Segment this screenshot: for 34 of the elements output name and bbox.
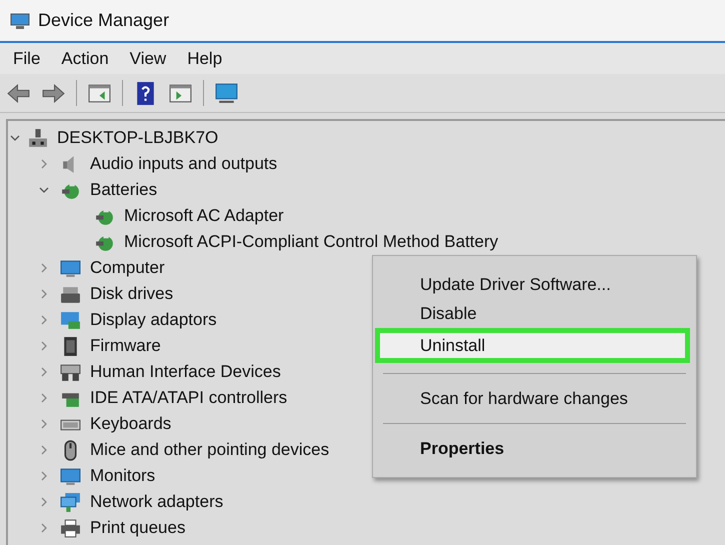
tree-item[interactable]: Firmware — [90, 336, 161, 356]
menu-item[interactable]: Help — [187, 48, 222, 68]
window-title: Device Manager — [38, 10, 170, 31]
menu-item[interactable]: Uninstall — [375, 328, 690, 363]
tree-item[interactable]: Microsoft AC Adapter — [124, 206, 284, 226]
menu-item[interactable]: Disable — [375, 299, 690, 328]
menu-item[interactable]: Update Driver Software... — [375, 270, 690, 299]
tree-item[interactable]: Audio inputs and outputs — [90, 154, 278, 174]
tree-item[interactable]: Print queues — [90, 518, 186, 538]
tree-item[interactable]: Monitors — [90, 466, 156, 486]
tree-item[interactable]: Computer — [90, 258, 165, 278]
menu-item[interactable]: Properties — [375, 434, 690, 463]
tree-item[interactable]: Human Interface Devices — [90, 362, 281, 382]
computer-icon — [27, 128, 48, 148]
menu-item[interactable]: File — [13, 48, 40, 68]
tree-item[interactable]: DESKTOP-LBJBK7O — [57, 128, 218, 148]
tree-item[interactable]: Mice and other pointing devices — [90, 440, 330, 460]
display-card-icon — [60, 310, 81, 330]
menu-item[interactable]: Action — [61, 48, 109, 68]
tree-item[interactable]: Display adaptors — [90, 310, 217, 330]
monitor-icon — [60, 466, 81, 486]
tree-item[interactable]: Disk drives — [90, 284, 174, 304]
tree-item[interactable]: Keyboards — [90, 414, 172, 434]
tree-item[interactable]: IDE ATA/ATAPI controllers — [90, 388, 288, 408]
menu-item[interactable]: View — [130, 48, 166, 68]
monitor-icon — [10, 10, 30, 30]
network-icon — [60, 492, 81, 512]
scan-monitor-icon[interactable] — [214, 80, 239, 106]
tree-item[interactable]: Network adapters — [90, 492, 224, 512]
monitor-icon — [60, 258, 81, 278]
printer-icon — [60, 518, 81, 538]
tree-item[interactable]: Microsoft ACPI-Compliant Control Method Battery — [124, 232, 498, 252]
tree-item[interactable]: Batteries — [90, 180, 158, 200]
menu-item[interactable]: Scan for hardware changes — [375, 384, 690, 413]
